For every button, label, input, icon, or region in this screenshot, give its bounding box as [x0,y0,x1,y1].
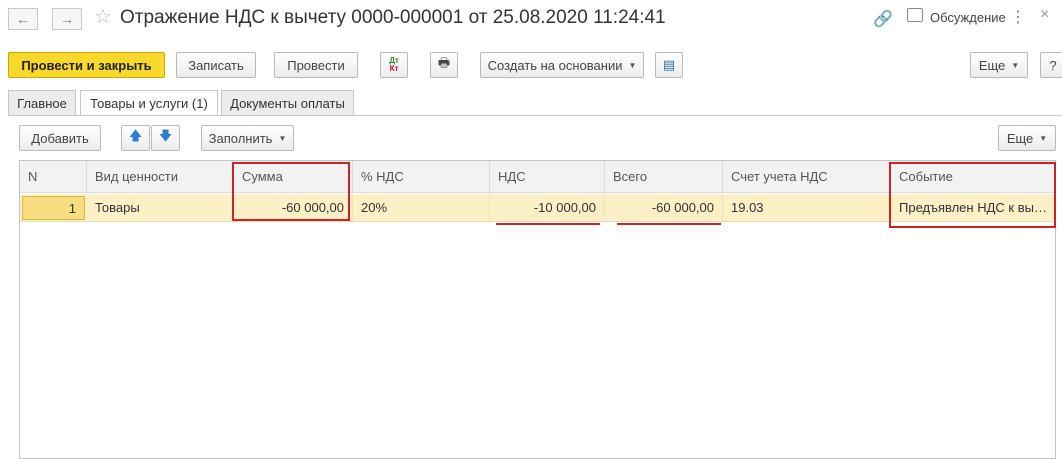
link-icon[interactable]: 🔗 [873,9,893,29]
cell-vat-account[interactable]: 19.03 [723,194,891,221]
printer-icon: 🖶 [437,55,451,70]
fill-button[interactable]: Заполнить ▼ [201,125,294,151]
tab-goods-and-services[interactable]: Товары и услуги (1) [80,90,218,116]
chevron-down-icon: ▼ [1011,60,1020,70]
column-header-kind[interactable]: Вид ценности [87,161,234,192]
tab-payment-documents[interactable]: Документы оплаты [221,90,354,115]
arrow-down-icon: 🡇 [158,128,173,143]
cell-vat-rate[interactable]: 20% [353,194,490,221]
page-title: Отражение НДС к вычету 0000-000001 от 25… [120,7,666,28]
forward-button[interactable]: → [52,8,82,30]
tab-divider [8,115,1062,116]
dt-kt-icon: Дт Кт [389,56,399,73]
save-button[interactable]: Записать [176,52,256,78]
more-actions-icon[interactable]: ⋮ [1010,7,1026,27]
structure-button[interactable]: ▤ [655,52,683,78]
chevron-down-icon: ▼ [278,133,287,143]
column-header-vat-rate[interactable]: % НДС [353,161,490,192]
print-button[interactable]: 🖶 [430,52,458,78]
cell-n[interactable]: 1 [22,196,85,220]
column-header-n[interactable]: N [20,161,87,192]
annotation-box-sum [232,162,350,221]
favorite-star-icon[interactable]: ☆ [94,6,112,28]
column-header-vat[interactable]: НДС [490,161,605,192]
dt-kt-button[interactable]: Дт Кт [380,52,408,78]
discussion-link[interactable]: Обсуждение [930,10,1006,25]
arrow-left-icon: ← [16,11,30,27]
chevron-down-icon: ▼ [1039,133,1048,143]
cell-kind[interactable]: Товары [87,194,234,221]
table-more-button[interactable]: Еще ▼ [998,125,1056,151]
post-and-close-button[interactable]: Провести и закрыть [8,52,165,78]
annotation-underline-vat [496,223,600,225]
document-structure-icon: ▤ [662,57,676,72]
help-button[interactable]: ? [1040,52,1062,78]
create-based-on-label: Создать на основании [487,57,623,73]
add-button[interactable]: Добавить [19,125,101,151]
more-label: Еще [978,57,1006,73]
arrow-right-icon: → [60,11,74,27]
column-header-total[interactable]: Всего [605,161,723,192]
tab-main[interactable]: Главное [8,90,76,115]
move-down-button[interactable]: 🡇 [151,125,180,151]
arrow-up-icon: 🡅 [128,128,143,143]
move-up-button[interactable]: 🡅 [121,125,150,151]
cell-total[interactable]: -60 000,00 [605,194,723,221]
discussion-icon[interactable] [907,8,923,22]
fill-label: Заполнить [208,130,273,146]
create-based-on-button[interactable]: Создать на основании ▼ [480,52,644,78]
cell-vat[interactable]: -10 000,00 [490,194,605,221]
table-more-label: Еще [1006,130,1034,146]
more-button[interactable]: Еще ▼ [970,52,1028,78]
annotation-box-event [889,162,1056,228]
column-header-vat-account[interactable]: Счет учета НДС [723,161,891,192]
chevron-down-icon: ▼ [628,60,637,70]
close-icon[interactable]: × [1040,6,1049,24]
back-button[interactable]: ← [8,8,38,30]
post-button[interactable]: Провести [274,52,358,78]
annotation-underline-total [617,223,721,225]
